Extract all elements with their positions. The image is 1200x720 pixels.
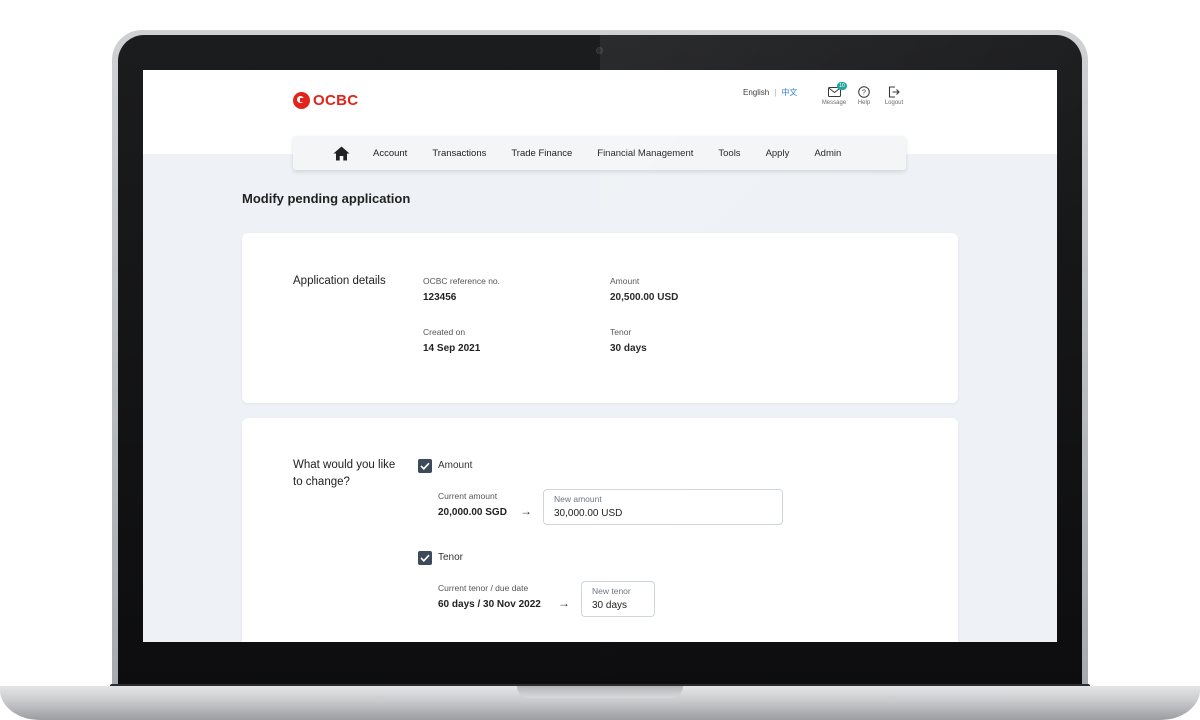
change-title-line1: What would you like (293, 459, 396, 471)
tenor-checkbox[interactable] (418, 551, 432, 565)
application-details-card: Application details OCBC reference no. 1… (242, 233, 958, 403)
current-amount-value: 20,000.00 SGD (438, 507, 507, 518)
lang-english[interactable]: English (743, 88, 769, 97)
help-label: Help (857, 100, 871, 106)
current-tenor-value: 60 days / 30 Nov 2022 (438, 599, 541, 610)
check-icon (420, 554, 430, 562)
nav-account[interactable]: Account (373, 148, 407, 159)
application-details-title: Application details (293, 275, 386, 287)
message-badge: 10 (837, 82, 847, 90)
lang-chinese[interactable]: 中文 (781, 87, 797, 98)
reference-label: OCBC reference no. (423, 276, 501, 286)
change-card: What would you like to change? Amount Cu… (242, 418, 958, 642)
message-button[interactable]: 10 Message (819, 82, 849, 106)
nav-tools[interactable]: Tools (718, 148, 740, 159)
logout-label: Logout (884, 100, 904, 106)
tenor-label: Tenor (610, 327, 632, 337)
current-amount-label: Current amount (438, 491, 498, 501)
language-switcher: English | 中文 (743, 87, 797, 98)
page-title: Modify pending application (242, 191, 411, 206)
nav-financial-management[interactable]: Financial Management (597, 148, 693, 159)
arrow-right-icon: → (520, 504, 532, 518)
message-label: Message (821, 100, 847, 106)
new-amount-field[interactable]: New amount 30,000.00 USD (543, 489, 783, 525)
nav-transactions[interactable]: Transactions (432, 148, 486, 159)
camera (596, 47, 603, 54)
lang-separator: | (774, 88, 777, 97)
created-label: Created on (423, 327, 466, 337)
amount-value: 20,500.00 USD (610, 292, 679, 303)
new-tenor-label: New tenor (592, 586, 631, 596)
new-amount-value: 30,000.00 USD (554, 508, 623, 519)
help-button[interactable]: ? Help (849, 84, 879, 106)
main-navigation: Account Transactions Trade Finance Finan… (293, 136, 906, 170)
change-title-line2: to change? (293, 476, 350, 488)
nav-trade-finance[interactable]: Trade Finance (511, 148, 572, 159)
current-tenor-label: Current tenor / due date (438, 583, 529, 593)
nav-apply[interactable]: Apply (766, 148, 790, 159)
new-amount-label: New amount (554, 494, 602, 504)
screen: OCBC English | 中文 10 Message ? Help Logo… (143, 70, 1057, 642)
laptop-notch (517, 686, 683, 698)
logout-icon (888, 84, 900, 100)
tenor-checkbox-label[interactable]: Tenor (438, 552, 463, 563)
check-icon (420, 462, 430, 470)
new-tenor-value: 30 days (592, 600, 628, 611)
site-header: OCBC English | 中文 10 Message ? Help Logo… (143, 70, 1057, 170)
change-title: What would you like to change? (293, 457, 395, 491)
home-icon[interactable] (333, 146, 350, 161)
ocbc-logo[interactable]: OCBC (293, 92, 358, 109)
help-icon: ? (858, 84, 870, 100)
amount-checkbox-label[interactable]: Amount (438, 460, 472, 471)
amount-checkbox[interactable] (418, 459, 432, 473)
new-tenor-field[interactable]: New tenor 30 days (581, 581, 655, 617)
nav-admin[interactable]: Admin (814, 148, 841, 159)
logo-text: OCBC (313, 92, 359, 109)
amount-label: Amount (610, 276, 640, 286)
arrow-right-icon: → (558, 596, 570, 610)
ocbc-logo-mark-icon (293, 92, 310, 109)
created-value: 14 Sep 2021 (423, 343, 481, 354)
tenor-value: 30 days (610, 343, 647, 354)
logout-button[interactable]: Logout (879, 84, 909, 106)
reference-value: 123456 (423, 292, 457, 303)
header-actions: 10 Message ? Help Logout (819, 82, 909, 106)
svg-text:?: ? (862, 90, 866, 97)
